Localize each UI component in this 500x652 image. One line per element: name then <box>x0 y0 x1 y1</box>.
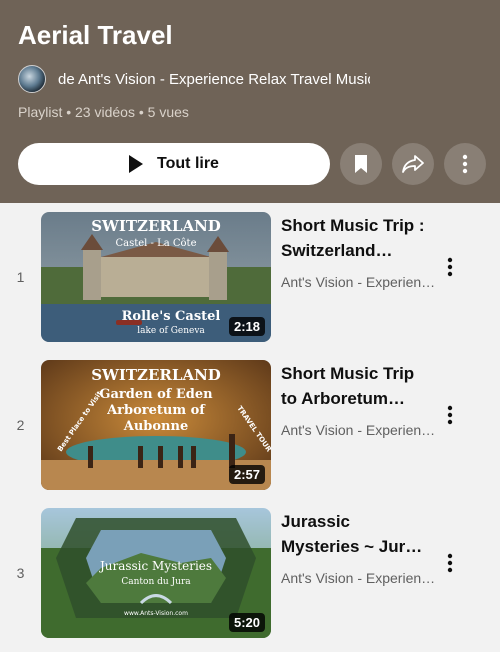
item-index: 2 <box>16 417 25 433</box>
more-actions-button[interactable] <box>444 143 486 185</box>
list-item[interactable]: 2 SWITZERLAND Garden of Eden Arboretum o… <box>0 351 500 499</box>
thumb-text-line3: Arboretum of <box>106 403 206 418</box>
video-channel: Ant's Vision - Experien… <box>281 274 436 290</box>
channel-avatar[interactable] <box>18 65 46 93</box>
item-more-button[interactable] <box>438 403 462 427</box>
thumb-text-bottom-sub: lake of Geneva <box>137 326 205 336</box>
playlist-title: Aerial Travel <box>18 20 173 50</box>
item-index: 3 <box>16 565 25 581</box>
play-icon <box>129 155 144 173</box>
thumb-text-line4: Aubonne <box>123 419 188 434</box>
more-vert-icon <box>447 553 453 573</box>
playlist-meta: Playlist • 23 vidéos • 5 vues <box>18 104 189 120</box>
item-index: 1 <box>16 269 25 285</box>
video-title[interactable]: Short Music Trip to Arboretum… <box>281 361 431 411</box>
video-thumbnail[interactable]: SWITZERLAND Castel - La Côte Rolle's Cas… <box>41 212 271 342</box>
play-all-button[interactable]: Tout lire <box>18 143 330 185</box>
thumb-text-top: SWITZERLAND <box>91 217 221 235</box>
save-playlist-button[interactable] <box>340 143 382 185</box>
video-title[interactable]: Short Music Trip : Switzerland… <box>281 213 431 263</box>
share-button[interactable] <box>392 143 434 185</box>
video-thumbnail[interactable]: SWITZERLAND Garden of Eden Arboretum of … <box>41 360 271 490</box>
video-thumbnail[interactable]: Jurassic Mysteries Canton du Jura www.An… <box>41 508 271 638</box>
list-item[interactable]: 3 Jurassic Mysteries Canton du Jura www.… <box>0 499 500 647</box>
video-duration: 2:57 <box>228 465 265 484</box>
thumb-text-url: www.Ants-Vision.com <box>124 610 188 617</box>
thumb-text-sub: Canton du Jura <box>121 577 191 587</box>
video-title-line1: Short Music Trip : <box>281 216 425 235</box>
item-more-button[interactable] <box>438 255 462 279</box>
thumb-text-sub: Castel - La Côte <box>115 238 196 249</box>
thumb-text-title: Jurassic Mysteries <box>98 559 212 573</box>
video-title[interactable]: Jurassic Mysteries ~ Jur… <box>281 509 431 559</box>
list-item[interactable]: 1 SWITZERLAND Castel - La Côte Rolle's C… <box>0 203 500 351</box>
share-icon <box>402 155 424 173</box>
more-vert-icon <box>462 154 468 174</box>
playlist-header: Aerial Travel de Ant's Vision - Experien… <box>0 0 500 203</box>
item-more-button[interactable] <box>438 551 462 575</box>
more-vert-icon <box>447 405 453 425</box>
channel-name[interactable]: de Ant's Vision - Experience Relax Trave… <box>58 71 370 88</box>
bookmark-icon <box>355 155 367 173</box>
video-title-line2: to Arboretum… <box>281 389 406 408</box>
thumb-text-bottom: Rolle's Castel <box>122 309 221 324</box>
playlist-actions: Tout lire <box>18 143 486 185</box>
video-duration: 5:20 <box>228 613 265 632</box>
playlist-video-list: 1 SWITZERLAND Castel - La Côte Rolle's C… <box>0 203 500 647</box>
channel-row[interactable]: de Ant's Vision - Experience Relax Trave… <box>18 64 482 94</box>
video-channel: Ant's Vision - Experien… <box>281 422 436 438</box>
video-title-line1: Short Music Trip <box>281 364 415 383</box>
thumb-text-line2: Garden of Eden <box>99 387 213 402</box>
more-vert-icon <box>447 257 453 277</box>
video-channel: Ant's Vision - Experien… <box>281 570 436 586</box>
video-title-line1: Jurassic <box>281 512 350 531</box>
video-title-line2: Switzerland… <box>281 241 393 260</box>
video-title-line2: Mysteries ~ Jur… <box>281 537 423 556</box>
thumb-text-top: SWITZERLAND <box>91 366 221 384</box>
play-all-label: Tout lire <box>157 155 219 172</box>
video-duration: 2:18 <box>228 317 265 336</box>
